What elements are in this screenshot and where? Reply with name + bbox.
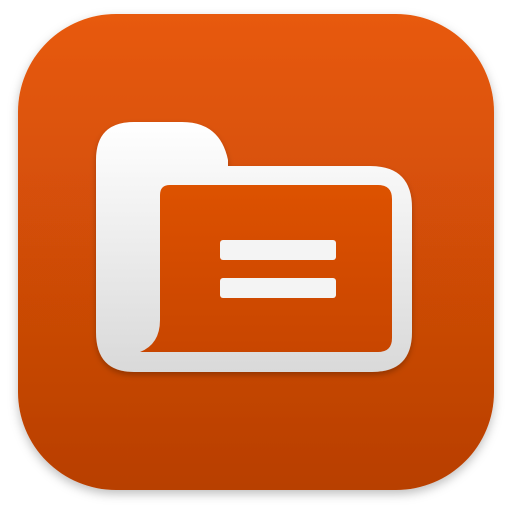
app-icon — [18, 14, 494, 490]
icon-canvas — [0, 0, 512, 512]
line-top — [220, 240, 336, 260]
folder-inner-panel — [140, 185, 392, 352]
line-bottom — [220, 278, 336, 298]
